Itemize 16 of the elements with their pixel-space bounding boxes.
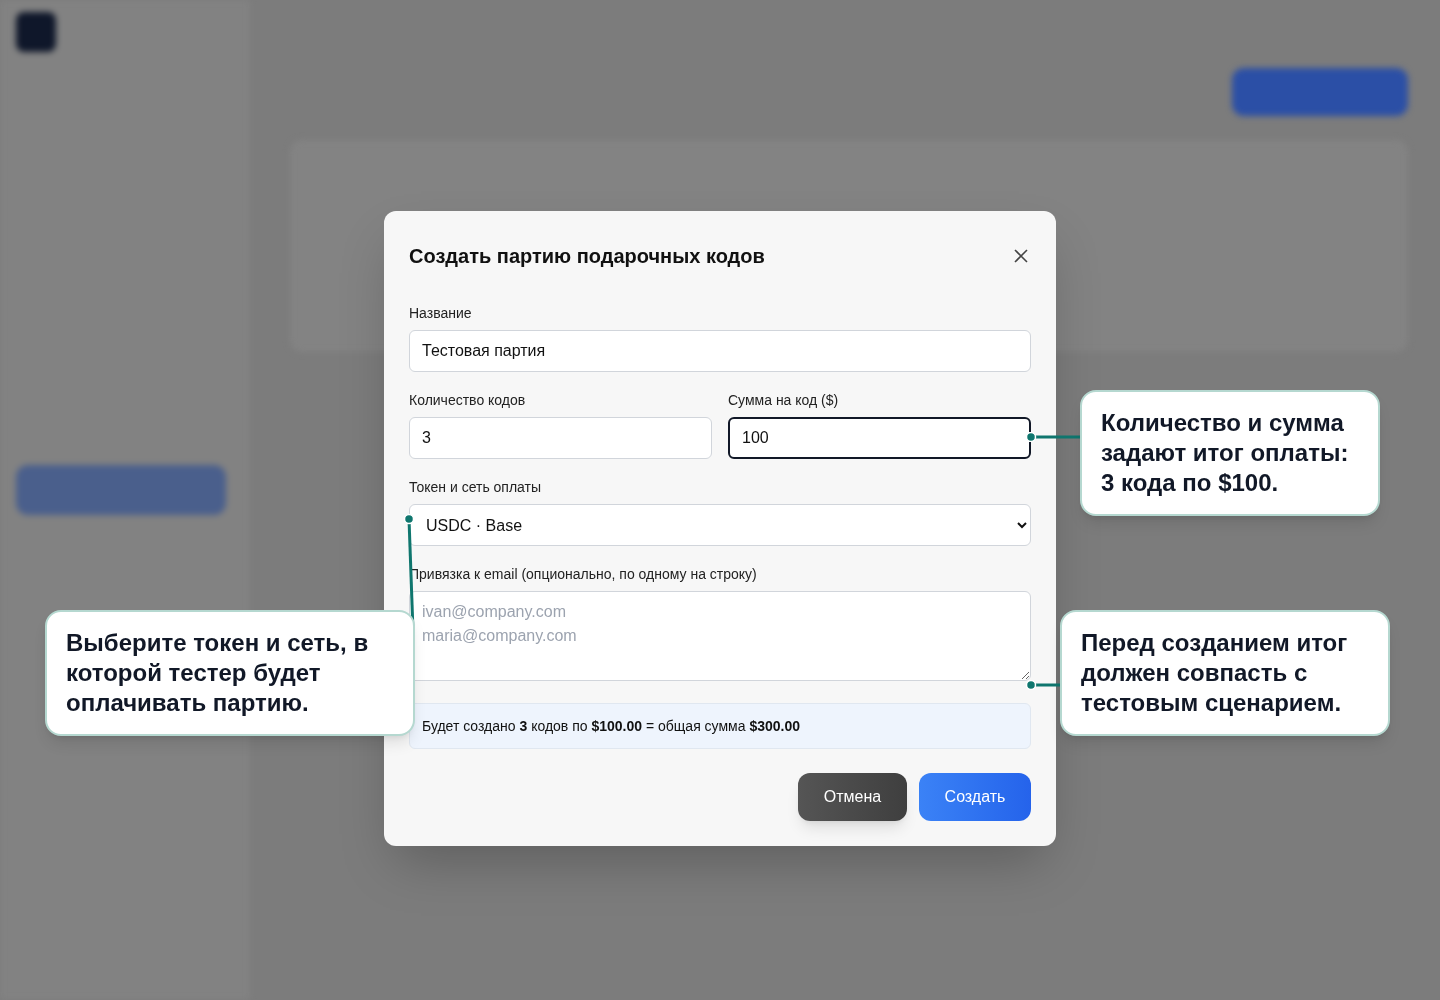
create-button[interactable]: Создать <box>919 773 1031 821</box>
callout-text: Перед созданием итог должен совпасть с тестовым сценарием. <box>1060 610 1390 736</box>
cancel-button[interactable]: Отмена <box>798 773 907 821</box>
callout-text: Выберите токен и сеть, в которой тестер будет оплачивать партию. <box>45 610 415 736</box>
field-label: Название <box>409 304 473 323</box>
input-field[interactable]: 100 <box>728 417 1031 459</box>
textarea-field[interactable]: ivan@company.com maria@company.com <box>409 591 1031 681</box>
input-field[interactable]: Тестовая партия <box>409 330 1031 372</box>
input-field[interactable]: 3 <box>409 417 712 459</box>
callout-text: Количество и сумма задают итог оплаты: 3 кода по $100. <box>1080 390 1380 516</box>
summary-text: Будет создано 3 кодов по $100.00 = общая сумма $300.00 <box>409 703 1031 749</box>
select-field[interactable]: USDC · Base <box>409 504 1031 546</box>
dialog-title: Создать партию подарочных кодов <box>409 244 765 269</box>
field-label: Сумма на код ($) <box>728 391 840 410</box>
field-label: Количество кодов <box>409 391 527 410</box>
field-label: Токен и сеть оплаты <box>409 478 543 497</box>
